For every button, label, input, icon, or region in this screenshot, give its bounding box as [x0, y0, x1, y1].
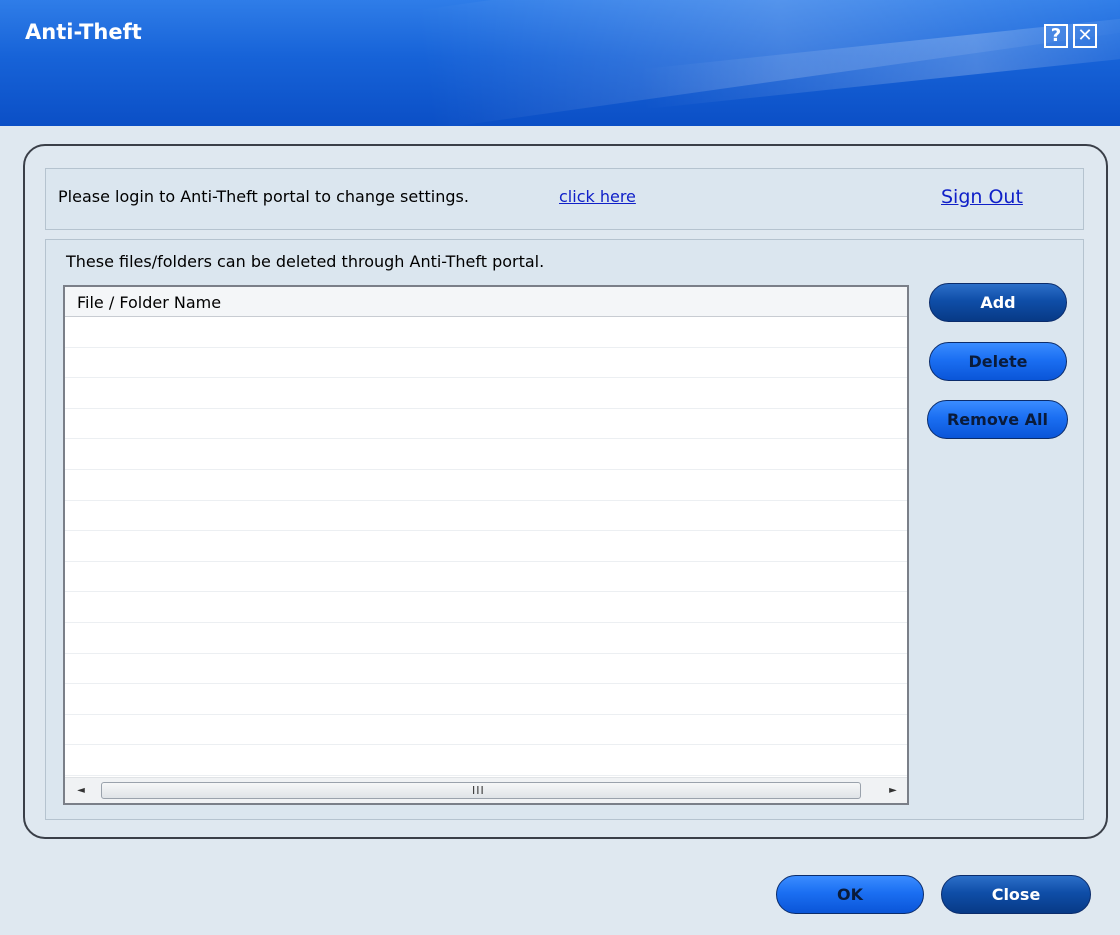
delete-button[interactable]: Delete: [929, 342, 1067, 381]
click-here-link[interactable]: click here: [559, 187, 636, 206]
list-item: [65, 501, 907, 532]
list-item: [65, 378, 907, 409]
scroll-right-arrow-icon[interactable]: ►: [885, 784, 901, 798]
list-item: [65, 562, 907, 593]
help-icon[interactable]: ?: [1044, 24, 1068, 48]
list-item: [65, 439, 907, 470]
sign-out-link[interactable]: Sign Out: [941, 186, 1023, 208]
scrollbar-thumb[interactable]: III: [101, 782, 861, 799]
ok-button[interactable]: OK: [776, 875, 924, 914]
add-button[interactable]: Add: [929, 283, 1067, 322]
close-icon[interactable]: ✕: [1073, 24, 1097, 48]
list-item: [65, 745, 907, 776]
list-item: [65, 409, 907, 440]
close-button[interactable]: Close: [941, 875, 1091, 914]
window-title: Anti-Theft: [25, 20, 142, 44]
list-rows: [65, 317, 907, 777]
column-header-label: File / Folder Name: [77, 293, 222, 312]
list-item: [65, 470, 907, 501]
list-item: [65, 317, 907, 348]
list-item: [65, 348, 907, 379]
files-description: These files/folders can be deleted throu…: [66, 252, 545, 271]
list-item: [65, 592, 907, 623]
scrollbar-grip-icon: III: [472, 784, 485, 797]
list-item: [65, 531, 907, 562]
title-bar: Anti-Theft ? ✕: [0, 0, 1120, 126]
list-item: [65, 623, 907, 654]
list-item: [65, 684, 907, 715]
scroll-left-arrow-icon[interactable]: ◄: [73, 784, 89, 798]
column-header-file-folder-name[interactable]: File / Folder Name: [65, 287, 907, 317]
list-item: [65, 715, 907, 746]
remove-all-button[interactable]: Remove All: [927, 400, 1068, 439]
list-item: [65, 654, 907, 685]
horizontal-scrollbar[interactable]: ◄ III ►: [65, 777, 907, 803]
login-message: Please login to Anti-Theft portal to cha…: [58, 187, 469, 206]
file-folder-list[interactable]: File / Folder Name ◄ III ►: [63, 285, 909, 805]
